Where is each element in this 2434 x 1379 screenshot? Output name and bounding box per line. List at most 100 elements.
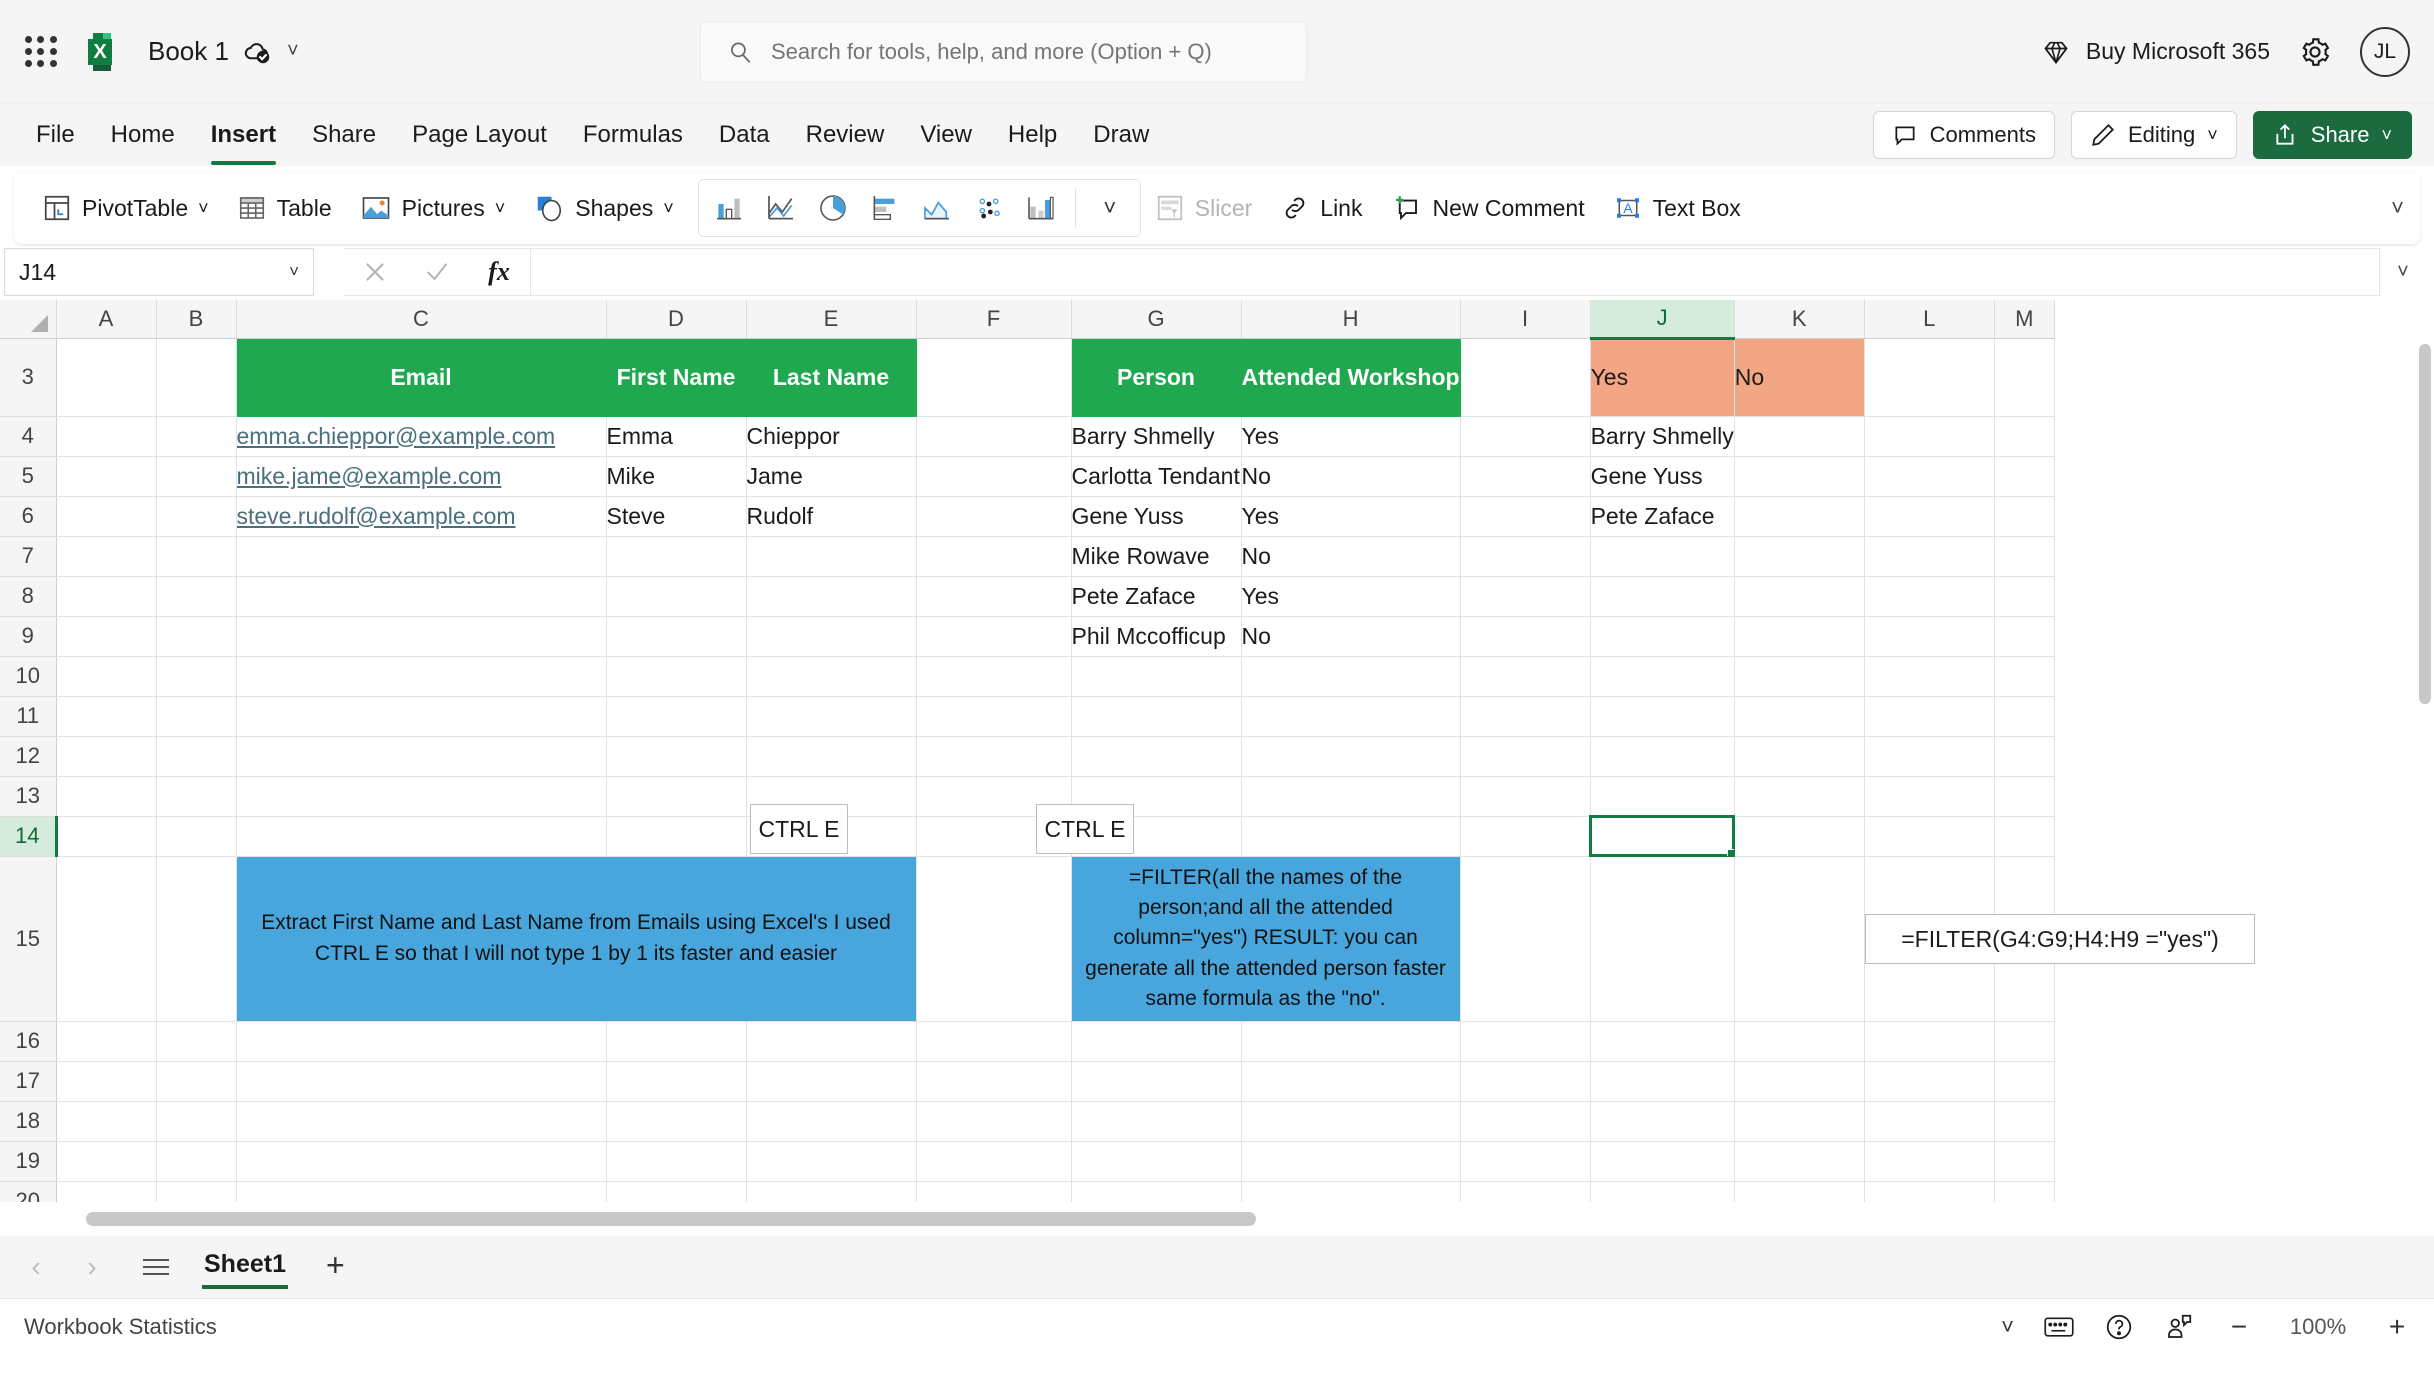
cell-F8[interactable] (916, 576, 1071, 616)
cell-L19[interactable] (1864, 1141, 1994, 1181)
cell-J17[interactable] (1590, 1061, 1734, 1101)
cell-J5[interactable]: Gene Yuss (1590, 456, 1734, 496)
cell-H6[interactable]: Yes (1241, 496, 1460, 536)
cell-D13[interactable] (606, 776, 746, 816)
column-header-A[interactable]: A (56, 300, 156, 338)
cell-D16[interactable] (606, 1021, 746, 1061)
cell-D18[interactable] (606, 1101, 746, 1141)
tab-help[interactable]: Help (990, 115, 1075, 155)
cell-K20[interactable] (1734, 1181, 1864, 1202)
cell-M4[interactable] (1994, 416, 2054, 456)
cell-L11[interactable] (1864, 696, 1994, 736)
tab-review[interactable]: Review (788, 115, 903, 155)
cell-G19[interactable] (1071, 1141, 1241, 1181)
cell-H9[interactable]: No (1241, 616, 1460, 656)
cell-J6[interactable]: Pete Zaface (1590, 496, 1734, 536)
scatter-chart-icon[interactable] (963, 183, 1015, 233)
cell-K11[interactable] (1734, 696, 1864, 736)
tab-view[interactable]: View (902, 115, 990, 155)
cell-M3[interactable] (1994, 338, 2054, 416)
cell-F20[interactable] (916, 1181, 1071, 1202)
cell-B15[interactable] (156, 856, 236, 1021)
cell-I7[interactable] (1460, 536, 1590, 576)
cell-A20[interactable] (56, 1181, 156, 1202)
row-header-5[interactable]: 5 (0, 456, 56, 496)
cell-A15[interactable] (56, 856, 156, 1021)
cloud-saved-icon[interactable] (243, 37, 273, 67)
cell-E17[interactable] (746, 1061, 916, 1101)
cell-L12[interactable] (1864, 736, 1994, 776)
cell-M17[interactable] (1994, 1061, 2054, 1101)
cell-M10[interactable] (1994, 656, 2054, 696)
zoom-level-label[interactable]: 100% (2284, 1314, 2352, 1340)
cell-D5[interactable]: Mike (606, 456, 746, 496)
cell-A9[interactable] (56, 616, 156, 656)
cell-J12[interactable] (1590, 736, 1734, 776)
cell-F16[interactable] (916, 1021, 1071, 1061)
cell-C8[interactable] (236, 576, 606, 616)
cancel-x-icon[interactable] (344, 249, 406, 295)
cell-B13[interactable] (156, 776, 236, 816)
cell-L10[interactable] (1864, 656, 1994, 696)
cell-K3[interactable]: No (1734, 338, 1864, 416)
cell-C17[interactable] (236, 1061, 606, 1101)
cell-B18[interactable] (156, 1101, 236, 1141)
cell-A5[interactable] (56, 456, 156, 496)
bar-chart-icon[interactable] (859, 183, 911, 233)
cell-C9[interactable] (236, 616, 606, 656)
give-feedback-icon[interactable] (2164, 1312, 2194, 1342)
cell-J15[interactable] (1590, 856, 1734, 1021)
column-header-D[interactable]: D (606, 300, 746, 338)
tab-draw[interactable]: Draw (1075, 115, 1167, 155)
cell-D10[interactable] (606, 656, 746, 696)
cell-A3[interactable] (56, 338, 156, 416)
cell-J16[interactable] (1590, 1021, 1734, 1061)
row-header-15[interactable]: 15 (0, 856, 56, 1021)
cell-H14[interactable] (1241, 816, 1460, 856)
cell-F5[interactable] (916, 456, 1071, 496)
cell-G15[interactable]: =FILTER(all the names of the person;and … (1071, 856, 1460, 1021)
vertical-scrollbar[interactable] (2416, 338, 2434, 1202)
cell-H13[interactable] (1241, 776, 1460, 816)
cell-H16[interactable] (1241, 1021, 1460, 1061)
cell-E19[interactable] (746, 1141, 916, 1181)
cell-I12[interactable] (1460, 736, 1590, 776)
cell-L9[interactable] (1864, 616, 1994, 656)
cell-K12[interactable] (1734, 736, 1864, 776)
share-button[interactable]: Share ˅ (2253, 111, 2412, 159)
cell-M18[interactable] (1994, 1101, 2054, 1141)
more-charts-chevron-down-icon[interactable]: ˅ (1084, 183, 1136, 233)
editing-mode-button[interactable]: Editing ˅ (2071, 111, 2237, 159)
workbook-menu-chevron-down-icon[interactable]: ˅ (287, 40, 299, 63)
cell-H8[interactable]: Yes (1241, 576, 1460, 616)
search-input[interactable] (771, 39, 1291, 65)
row-header-3[interactable]: 3 (0, 338, 56, 416)
workbook-statistics-button[interactable]: Workbook Statistics (24, 1314, 217, 1340)
cell-K16[interactable] (1734, 1021, 1864, 1061)
cell-H7[interactable]: No (1241, 536, 1460, 576)
row-header-14[interactable]: 14 (0, 816, 56, 856)
cell-E16[interactable] (746, 1021, 916, 1061)
cell-L20[interactable] (1864, 1181, 1994, 1202)
cell-A16[interactable] (56, 1021, 156, 1061)
cell-F17[interactable] (916, 1061, 1071, 1101)
column-header-F[interactable]: F (916, 300, 1071, 338)
cell-H5[interactable]: No (1241, 456, 1460, 496)
cell-J7[interactable] (1590, 536, 1734, 576)
cell-K9[interactable] (1734, 616, 1864, 656)
cell-A13[interactable] (56, 776, 156, 816)
cell-I8[interactable] (1460, 576, 1590, 616)
row-header-16[interactable]: 16 (0, 1021, 56, 1061)
cell-J11[interactable] (1590, 696, 1734, 736)
link-button[interactable]: Link (1266, 180, 1376, 236)
cell-L8[interactable] (1864, 576, 1994, 616)
cell-C11[interactable] (236, 696, 606, 736)
chevron-right-icon[interactable]: › (70, 1245, 114, 1289)
cell-B7[interactable] (156, 536, 236, 576)
row-header-18[interactable]: 18 (0, 1101, 56, 1141)
gear-icon[interactable] (2298, 35, 2332, 69)
cell-A14[interactable] (56, 816, 156, 856)
ribbon-collapse-chevron-down-icon[interactable]: ˅ (2391, 195, 2404, 221)
cell-K14[interactable] (1734, 816, 1864, 856)
chevron-left-icon[interactable]: ‹ (14, 1245, 58, 1289)
